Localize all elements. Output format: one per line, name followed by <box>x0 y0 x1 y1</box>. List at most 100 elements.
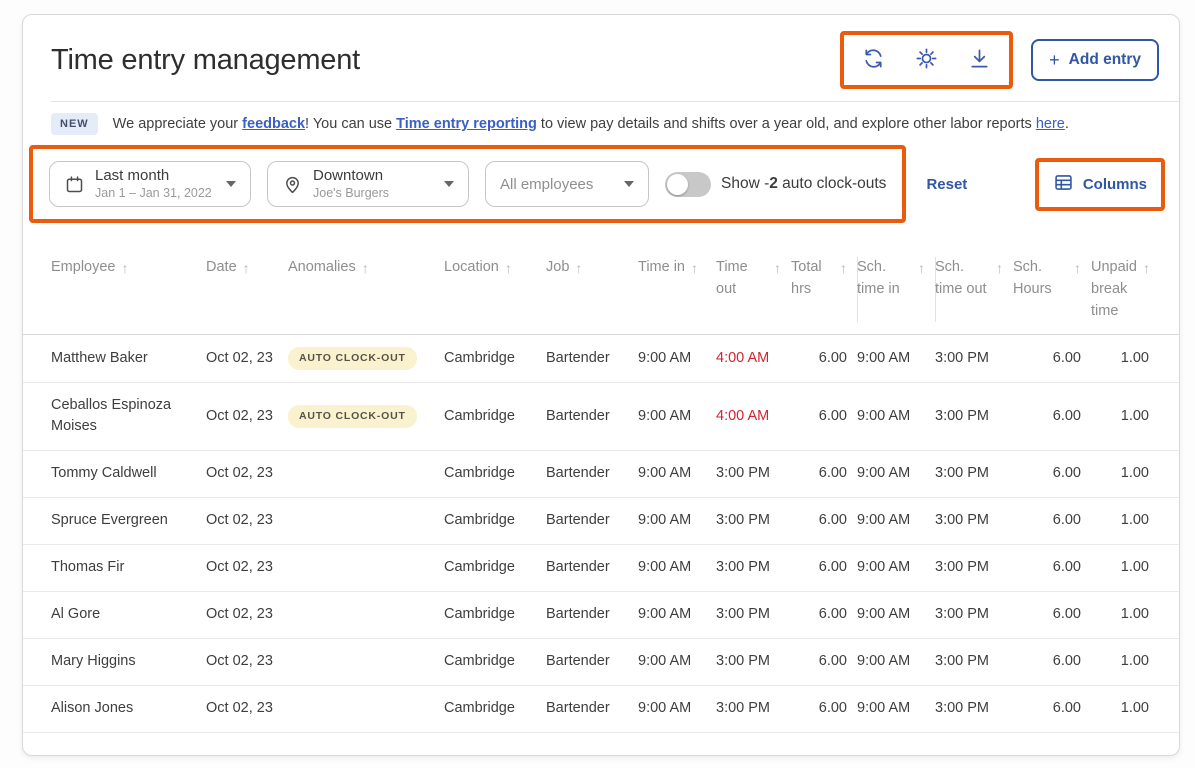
cell-time-out: 4:00 AM <box>716 336 791 381</box>
page-title: Time entry management <box>51 44 360 77</box>
columns-button[interactable]: Columns <box>1053 172 1147 197</box>
download-icon <box>968 47 991 73</box>
feedback-link[interactable]: feedback <box>242 116 305 132</box>
download-button[interactable] <box>968 47 991 73</box>
column-header-date[interactable]: Date↑ <box>206 257 288 322</box>
column-label: Unpaid break time <box>1091 257 1137 322</box>
header-actions: + Add entry <box>840 31 1159 89</box>
column-header-time-in[interactable]: Time in↑ <box>638 257 716 322</box>
column-header-sch-time-out[interactable]: Sch. time out↑ <box>935 257 1013 322</box>
calendar-icon <box>64 174 85 195</box>
refresh-button[interactable] <box>862 47 885 73</box>
cell-job: Bartender <box>546 336 638 381</box>
column-header-sch-hours[interactable]: Sch. Hours ↑ <box>1013 257 1091 322</box>
cell-total-hrs: 6.00 <box>791 498 857 543</box>
cell-time-out: 3:00 PM <box>716 592 791 637</box>
here-link[interactable]: here <box>1036 116 1065 132</box>
auto-clock-out-badge: AUTO CLOCK-OUT <box>288 405 417 428</box>
cell-location: Cambridge <box>444 394 546 439</box>
cell-sch-hours: 6.00 <box>1013 592 1091 637</box>
column-label: Job <box>546 257 569 279</box>
cell-job: Bartender <box>546 498 638 543</box>
cell-unpaid-break-time: 1.00 <box>1091 639 1159 684</box>
cell-location: Cambridge <box>444 592 546 637</box>
cell-sch-time-in: 9:00 AM <box>857 545 935 590</box>
toggle-label-post: auto clock-outs <box>778 175 887 192</box>
cell-time-in: 9:00 AM <box>638 639 716 684</box>
location-pin-icon <box>282 174 303 195</box>
cell-time-in: 9:00 AM <box>638 498 716 543</box>
sort-asc-icon: ↑ <box>1074 258 1081 279</box>
table-header-row: Employee↑ Date↑ Anomalies↑ Location↑ Job… <box>23 241 1179 335</box>
time-entries-table: Employee↑ Date↑ Anomalies↑ Location↑ Job… <box>23 241 1179 733</box>
table-body: Matthew Baker Oct 02, 23 AUTO CLOCK-OUT … <box>23 335 1179 732</box>
new-badge: NEW <box>51 113 98 135</box>
time-entry-reporting-link[interactable]: Time entry reporting <box>396 116 537 132</box>
location-select[interactable]: Downtown Joe's Burgers <box>267 161 469 207</box>
table-row[interactable]: Ceballos Espinoza Moises Oct 02, 23 AUTO… <box>23 383 1179 450</box>
column-header-job[interactable]: Job↑ <box>546 257 638 322</box>
column-header-unpaid-break-time[interactable]: Unpaid break time↑ <box>1091 257 1160 322</box>
cell-sch-hours: 6.00 <box>1013 639 1091 684</box>
column-header-time-out[interactable]: Time out↑ <box>716 257 791 322</box>
cell-sch-hours: 6.00 <box>1013 686 1091 731</box>
cell-anomalies <box>288 462 444 486</box>
plus-icon: + <box>1049 53 1060 67</box>
table-row[interactable]: Mary Higgins Oct 02, 23 Cambridge Barten… <box>23 639 1179 686</box>
cell-sch-time-in: 9:00 AM <box>857 451 935 496</box>
table-row[interactable]: Thomas Fir Oct 02, 23 Cambridge Bartende… <box>23 545 1179 592</box>
cell-anomalies <box>288 650 444 674</box>
column-label: Anomalies <box>288 257 356 279</box>
refresh-icon <box>862 47 885 73</box>
table-row[interactable]: Matthew Baker Oct 02, 23 AUTO CLOCK-OUT … <box>23 335 1179 383</box>
cell-total-hrs: 6.00 <box>791 336 857 381</box>
toggle-label: Show -2 auto clock-outs <box>721 175 886 193</box>
column-header-sch-time-in[interactable]: Sch. time in↑ <box>857 257 936 322</box>
page-header: Time entry management <box>23 15 1179 101</box>
cell-sch-time-in: 9:00 AM <box>857 592 935 637</box>
banner-text-2: ! You can use <box>305 116 396 132</box>
table-row[interactable]: Al Gore Oct 02, 23 Cambridge Bartender 9… <box>23 592 1179 639</box>
column-header-location[interactable]: Location↑ <box>444 257 546 322</box>
table-row[interactable]: Alison Jones Oct 02, 23 Cambridge Barten… <box>23 686 1179 733</box>
settings-button[interactable] <box>915 47 938 73</box>
table-row[interactable]: Spruce Evergreen Oct 02, 23 Cambridge Ba… <box>23 498 1179 545</box>
column-label: Sch. time in <box>857 257 912 301</box>
column-header-total-hrs[interactable]: Total hrs↑ <box>791 257 858 322</box>
location-sublabel: Joe's Burgers <box>313 186 389 202</box>
cell-sch-time-in: 9:00 AM <box>857 686 935 731</box>
cell-sch-time-in: 9:00 AM <box>857 394 935 439</box>
auto-clockouts-toggle[interactable] <box>665 172 711 197</box>
employees-select[interactable]: All employees <box>485 161 649 207</box>
cell-employee: Alison Jones <box>51 686 206 731</box>
date-range-label: Last month <box>95 167 212 186</box>
cell-time-in: 9:00 AM <box>638 592 716 637</box>
column-label: Total hrs <box>791 257 834 301</box>
add-entry-button[interactable]: + Add entry <box>1031 39 1159 81</box>
date-range-select[interactable]: Last month Jan 1 – Jan 31, 2022 <box>49 161 251 207</box>
banner-text-3: to view pay details and shifts over a ye… <box>537 116 1036 132</box>
cell-anomalies: AUTO CLOCK-OUT <box>288 393 444 440</box>
cell-employee: Tommy Caldwell <box>51 451 206 496</box>
cell-anomalies: AUTO CLOCK-OUT <box>288 335 444 382</box>
cell-location: Cambridge <box>444 451 546 496</box>
table-row[interactable]: Tommy Caldwell Oct 02, 23 Cambridge Bart… <box>23 451 1179 498</box>
cell-date: Oct 02, 23 <box>206 686 288 731</box>
employees-placeholder: All employees <box>500 176 593 193</box>
column-label: Sch. Hours <box>1013 257 1068 301</box>
sort-asc-icon: ↑ <box>121 258 128 279</box>
toggle-knob <box>667 174 688 195</box>
toggle-label-pre: Show - <box>721 175 769 192</box>
cell-unpaid-break-time: 1.00 <box>1091 336 1159 381</box>
cell-employee: Mary Higgins <box>51 639 206 684</box>
table-columns-icon <box>1053 172 1074 197</box>
column-header-employee[interactable]: Employee↑ <box>51 257 206 322</box>
banner-text: We appreciate your feedback! You can use… <box>113 116 1069 132</box>
cell-sch-time-out: 3:00 PM <box>935 498 1013 543</box>
chevron-down-icon <box>444 181 454 187</box>
column-header-anomalies[interactable]: Anomalies↑ <box>288 257 444 322</box>
sort-asc-icon: ↑ <box>243 258 250 279</box>
cell-sch-time-out: 3:00 PM <box>935 592 1013 637</box>
column-label: Sch. time out <box>935 257 990 301</box>
reset-button[interactable]: Reset <box>926 176 967 193</box>
